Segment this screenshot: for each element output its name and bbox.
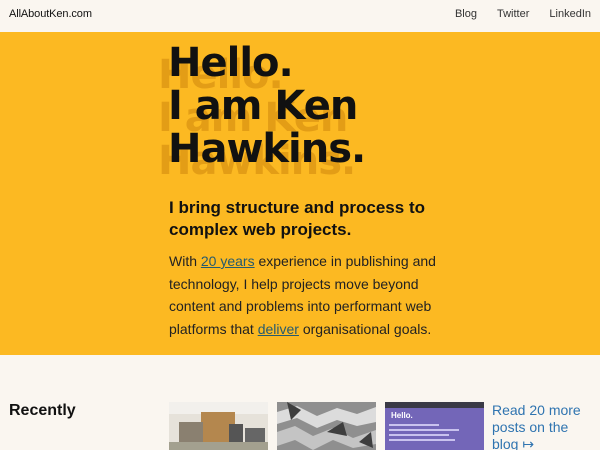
site-logo-link[interactable]: AllAboutKen.com — [9, 8, 92, 20]
recently-heading: Recently — [9, 402, 76, 419]
hero-title: Hello. I am Ken Hawkins. — [168, 40, 366, 172]
hero-title-line: Hawkins. — [168, 126, 366, 172]
post-thumbnail-3[interactable]: Hello. — [385, 402, 484, 450]
thumb3-title: Hello. — [391, 411, 413, 420]
hero-title-line: I am Ken — [168, 83, 358, 129]
hero-section: Hello. I am Ken Hawkins. Hello. I am Ken… — [0, 32, 600, 355]
main-nav: Blog Twitter LinkedIn — [435, 8, 591, 20]
hero-body: With 20 years experience in publishing a… — [169, 253, 436, 337]
hero-lead: I bring structure and process to complex… — [169, 198, 425, 239]
years-link[interactable]: 20 years — [201, 253, 255, 269]
read-more-posts-link[interactable]: Read 20 more posts on the blog ↦ — [492, 402, 592, 450]
nav-twitter-link[interactable]: Twitter — [497, 8, 529, 20]
nav-linkedin-link[interactable]: LinkedIn — [549, 8, 591, 20]
deliver-link[interactable]: deliver — [258, 321, 299, 337]
site-header: AllAboutKen.com Blog Twitter LinkedIn — [0, 0, 600, 32]
nav-blog-link[interactable]: Blog — [455, 8, 477, 20]
hero-title-line: Hello. — [168, 40, 294, 86]
post-thumbnail-2[interactable] — [277, 402, 376, 450]
post-thumbnail-1[interactable] — [169, 402, 268, 450]
